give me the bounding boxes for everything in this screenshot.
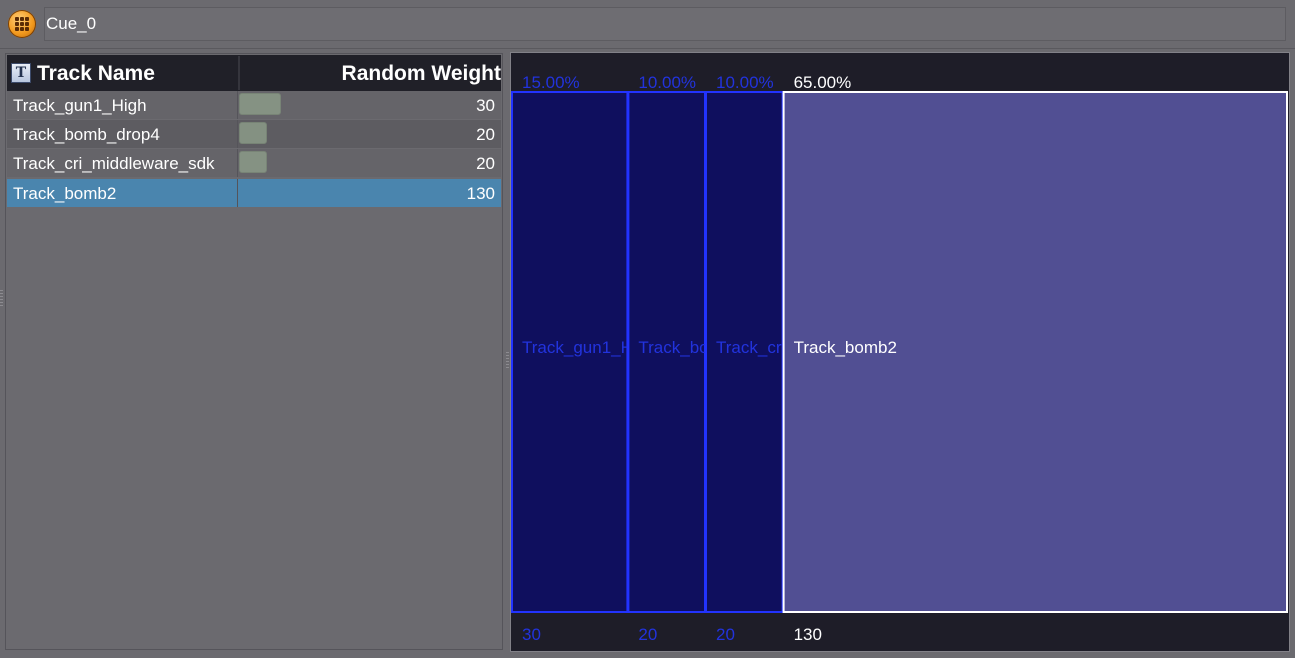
random-weight-cell[interactable]: 20 [237,120,501,148]
text-column-icon: T [11,63,31,83]
weight-value: 130 [466,184,495,203]
editor-window: Cue_0 T Track Name Random Weight Track_g… [0,0,1295,658]
cue-grid-icon [8,10,36,38]
left-edge-grip[interactable] [0,290,3,308]
chart-value-label: 20 [716,625,735,644]
chart-percent-label: 10.00% [716,73,774,92]
column-header-random-weight[interactable]: Random Weight [342,55,501,91]
weight-bar [239,122,267,144]
chart-value-label: 20 [638,625,657,644]
chart-percent-label: 65.00% [794,73,852,92]
chart-percent-label: 10.00% [638,73,696,92]
random-weight-cell[interactable]: 30 [237,91,501,119]
weight-bar [239,151,267,173]
chart-percent-label: 15.00% [522,73,580,92]
random-weight-cell[interactable]: 130 [237,179,501,207]
cue-header-bar: Cue_0 [0,0,1295,49]
table-row[interactable]: Track_gun1_High 30 [7,91,501,119]
weight-value: 30 [476,96,495,115]
table-row-selected[interactable]: Track_bomb2 130 [7,179,501,207]
column-divider[interactable] [238,56,240,90]
panel-splitter-grip[interactable] [506,352,509,370]
table-row[interactable]: Track_bomb_drop4 20 [7,120,501,148]
chart-canvas: 15.00%Track_gun1_High3010.00%Track_bomb_… [511,73,1288,644]
track-name-cell: Track_gun1_High [13,96,147,115]
chart-value-label: 130 [794,625,822,644]
track-name-cell: Track_cri_middleware_sdk [13,154,215,173]
chart-category-label: Track_bomb2 [794,338,897,357]
cue-name-field[interactable]: Cue_0 [44,7,1286,41]
weight-distribution-chart: 15.00%Track_gun1_High3010.00%Track_bomb_… [510,52,1290,652]
table-row[interactable]: Track_cri_middleware_sdk 20 [7,149,501,177]
column-header-track-name[interactable]: Track Name [37,55,155,91]
weight-value: 20 [476,125,495,144]
chart-value-label: 30 [522,625,541,644]
track-name-cell: Track_bomb_drop4 [13,125,160,144]
track-table: T Track Name Random Weight Track_gun1_Hi… [5,53,503,650]
random-weight-cell[interactable]: 20 [237,149,501,177]
table-header: T Track Name Random Weight [7,55,501,91]
track-name-cell: Track_bomb2 [13,184,117,203]
weight-bar [239,93,281,115]
weight-value: 20 [476,154,495,173]
bottom-status-strip [0,652,1295,658]
